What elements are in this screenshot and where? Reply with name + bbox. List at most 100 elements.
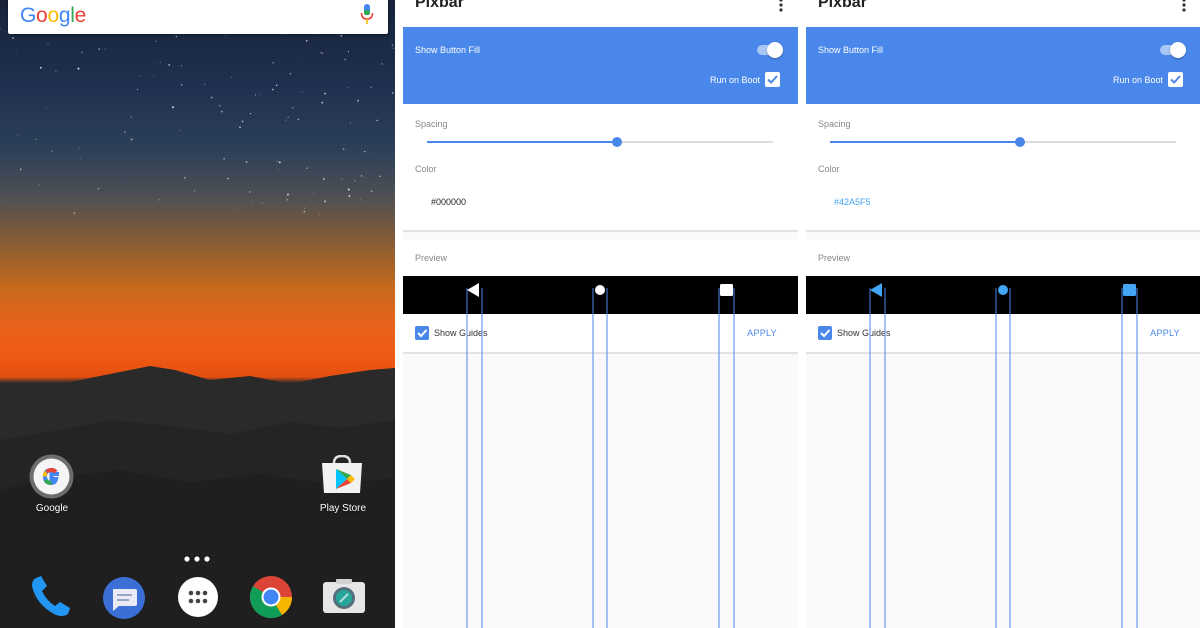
star	[305, 39, 308, 42]
app-drawer-icon[interactable]	[177, 576, 219, 618]
star	[313, 192, 315, 194]
show-button-fill-toggle[interactable]	[755, 42, 783, 58]
phone-icon[interactable]	[28, 574, 74, 620]
star	[19, 168, 22, 171]
star	[347, 51, 349, 53]
star	[287, 193, 289, 196]
run-on-boot-checkbox[interactable]	[765, 72, 780, 87]
star	[318, 213, 320, 215]
apply-button[interactable]: APPLY	[747, 328, 777, 338]
star	[180, 130, 182, 131]
star	[241, 120, 244, 123]
app-title: Pixbar	[415, 0, 464, 11]
star	[340, 35, 343, 37]
overflow-menu-icon[interactable]	[1181, 0, 1187, 12]
app-label-play-store: Play Store	[319, 503, 367, 514]
star	[381, 62, 384, 65]
star	[316, 37, 318, 39]
star	[359, 199, 361, 201]
star	[330, 72, 332, 74]
star	[354, 180, 356, 182]
recents-button-icon	[1123, 284, 1136, 296]
color-label: Color	[818, 164, 840, 174]
star	[306, 167, 308, 169]
show-guides-checkbox[interactable]	[818, 326, 832, 340]
star	[287, 116, 289, 118]
star	[322, 178, 325, 180]
overflow-menu-icon[interactable]	[778, 0, 784, 12]
star	[376, 119, 378, 122]
play-store-icon[interactable]	[320, 454, 364, 495]
star	[349, 122, 351, 124]
star	[175, 35, 178, 38]
color-value[interactable]: #000000	[431, 197, 466, 207]
show-button-fill-label: Show Button Fill	[415, 45, 481, 55]
star	[248, 190, 251, 193]
star	[180, 65, 182, 67]
star	[348, 87, 349, 89]
app-label-google: Google	[35, 503, 69, 514]
star	[180, 84, 183, 86]
star	[370, 86, 372, 89]
star	[153, 75, 155, 77]
messages-icon[interactable]	[102, 576, 146, 620]
show-guides-checkbox[interactable]	[415, 326, 429, 340]
star	[203, 83, 206, 86]
spacing-slider[interactable]	[427, 137, 773, 147]
back-button-icon	[467, 283, 479, 297]
star	[324, 92, 327, 95]
star	[39, 66, 42, 69]
star	[193, 189, 196, 192]
mic-icon[interactable]	[360, 4, 374, 26]
home-button-icon	[998, 285, 1008, 295]
star	[275, 84, 278, 87]
star	[260, 94, 261, 95]
page-indicator-icon	[184, 556, 210, 562]
google-search-bar[interactable]: Google	[8, 0, 388, 34]
star	[245, 161, 248, 163]
star	[391, 92, 394, 94]
google-app-icon[interactable]	[29, 454, 74, 499]
show-button-fill-toggle[interactable]	[1158, 42, 1186, 58]
chrome-icon[interactable]	[249, 575, 293, 619]
star	[360, 175, 363, 177]
show-button-fill-label: Show Button Fill	[818, 45, 884, 55]
star	[276, 160, 279, 163]
star	[373, 153, 375, 155]
preview-card: Preview Show Guides APPLY	[403, 240, 798, 354]
star	[104, 48, 106, 50]
star	[136, 88, 139, 91]
camera-icon[interactable]	[322, 578, 366, 614]
apply-button[interactable]: APPLY	[1150, 328, 1180, 338]
star	[303, 210, 306, 213]
star	[363, 177, 365, 178]
star	[47, 43, 49, 46]
star	[16, 50, 18, 52]
star	[261, 202, 264, 205]
star	[271, 88, 274, 91]
star	[285, 119, 287, 121]
spacing-slider[interactable]	[830, 137, 1176, 147]
star	[301, 91, 303, 93]
star	[292, 106, 294, 109]
star	[285, 197, 287, 198]
star	[223, 158, 225, 160]
star	[344, 58, 346, 61]
star-field	[0, 0, 395, 215]
star	[225, 35, 227, 36]
star	[231, 76, 233, 78]
home-screen: Google Google Play Store	[0, 0, 395, 628]
star	[130, 138, 133, 141]
star	[159, 61, 161, 63]
back-button-icon	[870, 283, 882, 297]
star	[210, 96, 213, 99]
star	[158, 198, 160, 201]
star	[38, 184, 40, 186]
star	[286, 198, 289, 201]
star	[341, 178, 343, 180]
run-on-boot-checkbox[interactable]	[1168, 72, 1183, 87]
star	[46, 107, 48, 108]
app-bar: Pixbar	[403, 0, 798, 26]
preview-label: Preview	[415, 253, 448, 263]
color-value[interactable]: #42A5F5	[834, 197, 871, 207]
